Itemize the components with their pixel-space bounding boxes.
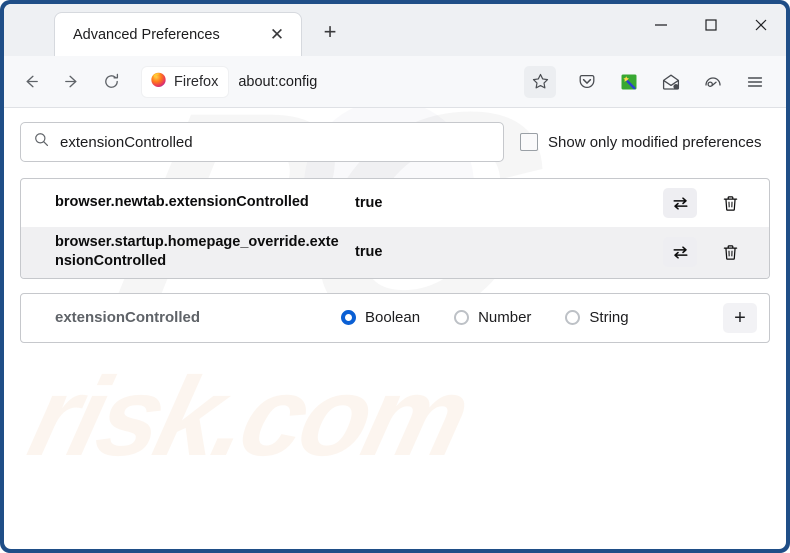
window-controls xyxy=(636,4,786,46)
radio-option-boolean[interactable]: Boolean xyxy=(341,309,420,326)
radio-string-label: String xyxy=(589,309,629,327)
show-only-modified-checkbox[interactable] xyxy=(520,133,538,151)
pref-value: true xyxy=(355,244,383,261)
toggle-swap-icon[interactable] xyxy=(663,188,697,218)
search-input[interactable] xyxy=(60,133,491,151)
toggle-swap-icon[interactable] xyxy=(663,237,697,268)
close-tab-icon[interactable]: ✕ xyxy=(265,23,289,47)
radio-number-dot[interactable] xyxy=(454,310,470,326)
firefox-logo-icon xyxy=(150,71,167,93)
trash-icon[interactable] xyxy=(713,188,747,218)
add-pref-name: extensionControlled xyxy=(55,309,201,327)
add-pref-button[interactable]: + xyxy=(723,302,757,333)
vpn-icon[interactable] xyxy=(697,66,729,98)
tab-advanced-preferences[interactable]: Advanced Preferences ✕ xyxy=(54,12,302,56)
close-icon[interactable] xyxy=(736,4,786,46)
add-preference-row: extensionControlled Boolean Number Strin… xyxy=(20,292,770,343)
browser-window: PC risk.com Advanced Preferences ✕ + xyxy=(0,0,790,553)
identity-chip-label: Firefox xyxy=(174,73,219,90)
about-config-page: Show only modified preferences browser.n… xyxy=(4,108,786,343)
bookmark-star-icon[interactable] xyxy=(524,65,556,98)
table-row[interactable]: browser.newtab.extensionControlled true xyxy=(21,179,769,227)
navigation-toolbar: Firefox about:config xyxy=(4,56,786,108)
pref-actions xyxy=(663,237,759,268)
pref-actions xyxy=(663,188,759,218)
radio-option-number[interactable]: Number xyxy=(454,309,531,326)
show-only-modified-checkbox-group[interactable]: Show only modified preferences xyxy=(520,133,761,151)
tab-strip: Advanced Preferences ✕ + xyxy=(4,4,786,56)
pocket-icon[interactable] xyxy=(571,66,603,98)
maximize-icon[interactable] xyxy=(686,4,736,46)
reload-icon[interactable] xyxy=(94,65,128,99)
search-row: Show only modified preferences xyxy=(20,122,770,162)
url-text: about:config xyxy=(238,73,318,90)
radio-boolean-dot[interactable] xyxy=(341,310,356,326)
preferences-table: browser.newtab.extensionControlled true … xyxy=(20,178,770,279)
url-bar[interactable]: Firefox about:config xyxy=(142,65,518,99)
search-icon xyxy=(33,131,50,153)
identity-chip[interactable]: Firefox xyxy=(142,66,229,97)
hamburger-menu-icon[interactable] xyxy=(739,66,771,98)
back-icon[interactable] xyxy=(14,65,48,99)
extension-magicwand-icon[interactable] xyxy=(613,66,645,98)
window-body: PC risk.com Advanced Preferences ✕ + xyxy=(4,4,786,549)
search-box[interactable] xyxy=(20,122,504,162)
tab-title: Advanced Preferences xyxy=(73,26,220,43)
type-radio-group: Boolean Number String xyxy=(341,309,723,326)
radio-number-label: Number xyxy=(478,309,532,327)
pref-value: true xyxy=(355,195,383,211)
show-only-modified-label: Show only modified preferences xyxy=(548,133,762,151)
pref-name: browser.startup.homepage_override.extens… xyxy=(55,234,339,270)
trash-icon[interactable] xyxy=(713,237,747,267)
table-row[interactable]: browser.startup.homepage_override.extens… xyxy=(21,227,769,278)
radio-boolean-label: Boolean xyxy=(365,309,421,327)
radio-option-string[interactable]: String xyxy=(565,309,629,327)
forward-icon[interactable] xyxy=(54,65,88,99)
pref-name: browser.newtab.extensionControlled xyxy=(55,194,309,211)
minimize-icon[interactable] xyxy=(636,4,686,46)
radio-string-dot[interactable] xyxy=(565,310,581,326)
watermark-lower: risk.com xyxy=(18,354,479,479)
new-tab-icon[interactable]: + xyxy=(316,18,344,46)
mail-icon[interactable] xyxy=(655,66,687,98)
